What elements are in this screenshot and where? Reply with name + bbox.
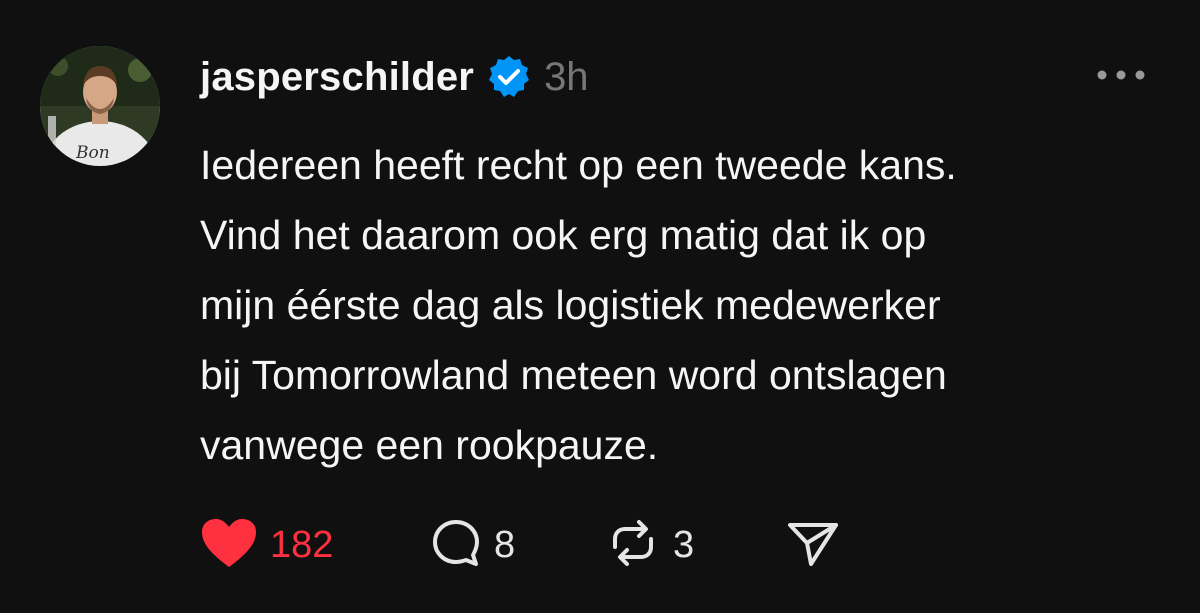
username[interactable]: jasperschilder xyxy=(200,55,474,100)
like-count: 182 xyxy=(270,523,334,566)
post-body-line: bij Tomorrowland meteen word ontslagen xyxy=(200,352,947,398)
post-body-line: vanwege een rookpauze. xyxy=(200,422,659,468)
post-body-line: mijn éérste dag als logistiek medewerker xyxy=(200,282,941,328)
post-body-line: Vind het daarom ook erg matig dat ik op xyxy=(200,212,927,258)
post-timestamp: 3h xyxy=(544,54,589,99)
speech-bubble-icon xyxy=(430,517,482,574)
reply-button[interactable]: 8 xyxy=(430,517,605,574)
post-body: Iedereen heeft recht op een tweede kans.… xyxy=(200,130,1160,480)
avatar-shirt-text: Bon xyxy=(75,143,110,163)
repost-icon xyxy=(605,517,661,574)
send-icon xyxy=(785,517,841,574)
verified-badge-icon xyxy=(486,54,532,100)
repost-button[interactable]: 3 xyxy=(605,517,785,574)
reply-count: 8 xyxy=(494,523,516,566)
post-body-line: Iedereen heeft recht op een tweede kans. xyxy=(200,142,957,188)
repost-count: 3 xyxy=(673,523,695,566)
share-button[interactable] xyxy=(785,517,841,574)
thread-post: Bon jasperschilder 3h Iedereen heeft rec… xyxy=(0,0,1200,613)
action-bar: 182 8 3 xyxy=(200,515,841,575)
more-options-icon[interactable] xyxy=(1092,60,1152,90)
heart-icon xyxy=(200,517,258,574)
like-button[interactable]: 182 xyxy=(200,517,430,574)
avatar[interactable]: Bon xyxy=(40,46,160,166)
post-header: jasperschilder 3h xyxy=(200,52,589,102)
